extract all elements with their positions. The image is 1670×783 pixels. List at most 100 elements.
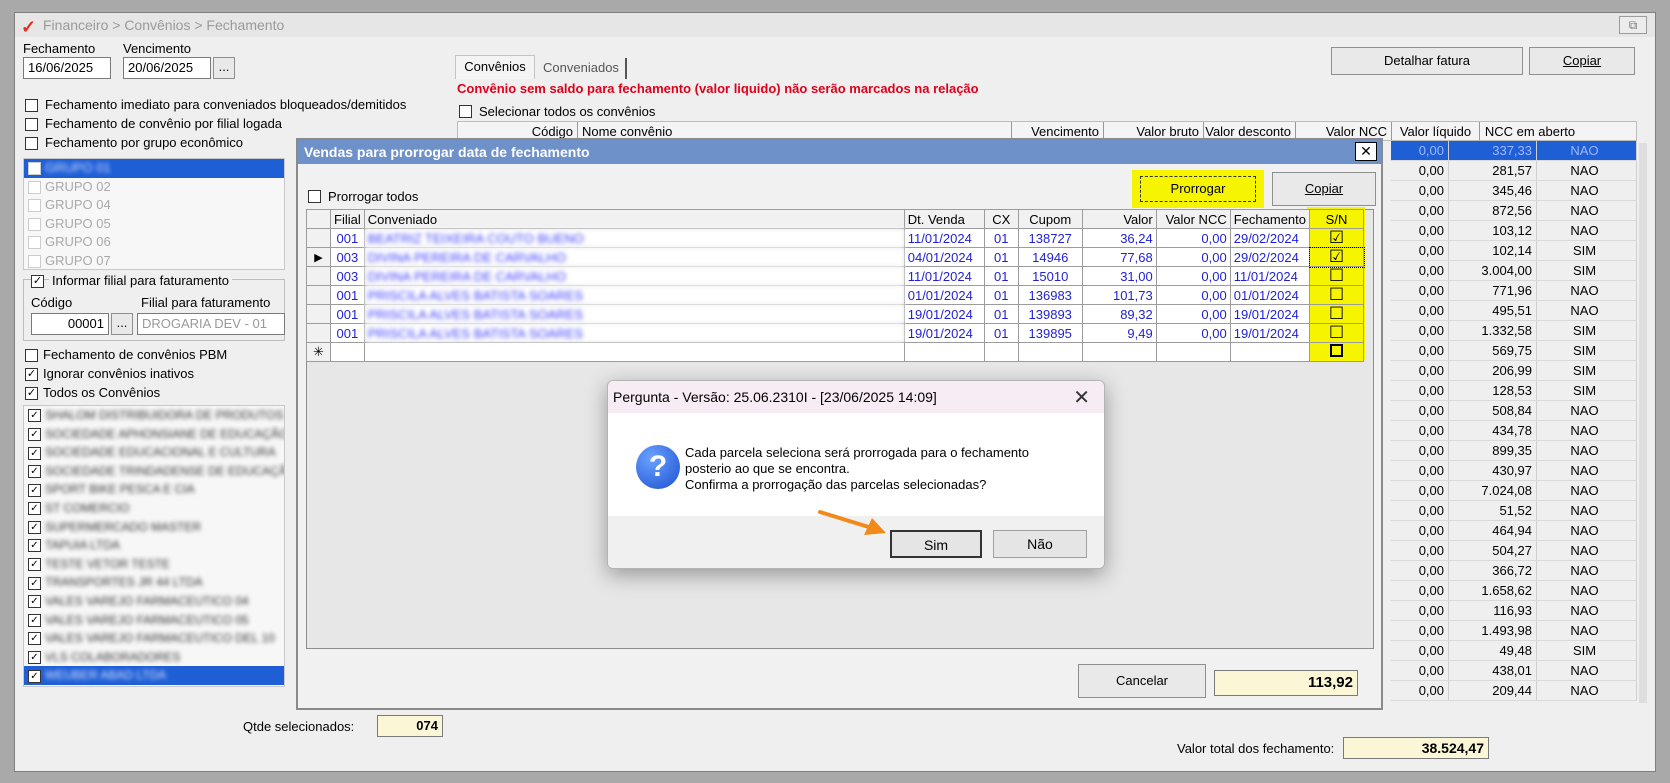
- codigo-lookup-button[interactable]: ...: [111, 313, 133, 335]
- table-row[interactable]: 0,00 128,53 SIM: [1391, 381, 1637, 401]
- restore-icon[interactable]: ⧉: [1619, 16, 1647, 34]
- convenio-item-checkbox[interactable]: ✓: [28, 483, 41, 497]
- group-item[interactable]: GRUPO 05: [24, 215, 284, 234]
- codigo-field[interactable]: 00001: [31, 313, 109, 335]
- filial-fat-field[interactable]: DROGARIA DEV - 01: [137, 313, 285, 335]
- vencimento-field[interactable]: 20/06/2025: [123, 57, 211, 79]
- filial-checkbox[interactable]: ✓: [31, 275, 44, 288]
- opt2-checkbox[interactable]: [25, 118, 38, 131]
- convenio-item-checkbox[interactable]: ✓: [28, 409, 41, 423]
- convenio-item-checkbox[interactable]: ✓: [28, 632, 41, 646]
- group-item[interactable]: GRUPO 06: [24, 233, 284, 252]
- convenio-item-checkbox[interactable]: ✓: [28, 669, 41, 683]
- opt3-checkbox[interactable]: [25, 137, 38, 150]
- sn-checkbox[interactable]: ☐: [1309, 304, 1364, 324]
- convenio-item-checkbox[interactable]: ✓: [28, 465, 41, 479]
- convenio-item-checkbox[interactable]: ✓: [28, 502, 41, 516]
- convenio-item[interactable]: ✓ TESTE VETOR TESTE: [24, 555, 284, 574]
- convenio-item[interactable]: ✓ VALES VAREJO FARMACEUTICO 05: [24, 611, 284, 630]
- sn-checkbox[interactable]: [1330, 344, 1343, 357]
- table-row[interactable]: 0,00 899,35 NAO: [1391, 441, 1637, 461]
- tab-conveniados[interactable]: Conveniados: [537, 58, 627, 79]
- todos-checkbox[interactable]: ✓: [25, 387, 38, 400]
- convenio-item-checkbox[interactable]: ✓: [28, 651, 41, 665]
- table-row[interactable]: 0,00 49,48 SIM: [1391, 641, 1637, 661]
- table-row[interactable]: 0,00 1.658,62 NAO: [1391, 581, 1637, 601]
- table-row[interactable]: 0,00 434,78 NAO: [1391, 421, 1637, 441]
- table-row[interactable]: 0,00 771,96 NAO: [1391, 281, 1637, 301]
- group-item[interactable]: GRUPO 02: [24, 178, 284, 197]
- table-row[interactable]: 0,00 430,97 NAO: [1391, 461, 1637, 481]
- convenio-item[interactable]: ✓ SOCIEDADE APHONSIANE DE EDUCAÇÃO: [24, 425, 284, 444]
- prorrogar-todos-checkbox[interactable]: [308, 190, 321, 203]
- copiar-vendas-button[interactable]: Copiar: [1272, 172, 1376, 206]
- table-row[interactable]: 0,00 209,44 NAO: [1391, 681, 1637, 701]
- selecionar-todos-checkbox[interactable]: [459, 105, 472, 118]
- table-row[interactable]: 0,00 51,52 NAO: [1391, 501, 1637, 521]
- group-item-checkbox[interactable]: [28, 199, 41, 213]
- table-row[interactable]: 0,00 102,14 SIM: [1391, 241, 1637, 261]
- vendas-row[interactable]: 001 PRISCILA ALVES BATISTA SOARES 01/01/20…: [306, 285, 1364, 305]
- table-row[interactable]: 0,00 569,75 SIM: [1391, 341, 1637, 361]
- cancelar-button[interactable]: Cancelar: [1078, 664, 1206, 698]
- pergunta-close-icon[interactable]: ✕: [1073, 385, 1090, 410]
- sim-button[interactable]: Sim: [890, 530, 982, 558]
- vendas-row[interactable]: 003 DIVINA PEREIRA DE CARVALHO 11/01/2024 0…: [306, 266, 1364, 286]
- table-row[interactable]: 0,00 281,57 NAO: [1391, 161, 1637, 181]
- table-row[interactable]: 0,00 504,27 NAO: [1391, 541, 1637, 561]
- vendas-close-icon[interactable]: ✕: [1355, 142, 1377, 161]
- convenio-item[interactable]: ✓ VALES VAREJO FARMACEUTICO DEL 10: [24, 629, 284, 648]
- table-row[interactable]: 0,00 1.493,98 NAO: [1391, 621, 1637, 641]
- group-item[interactable]: GRUPO 07: [24, 252, 284, 271]
- convenio-item[interactable]: ✓ SOCIEDADE TRINDADENSE DE EDUCAÇÃO: [24, 462, 284, 481]
- sn-checkbox[interactable]: ☐: [1309, 266, 1364, 286]
- convenio-item[interactable]: ✓ VALES VAREJO FARMACEUTICO 04: [24, 592, 284, 611]
- table-row[interactable]: 0,00 3.004,00 SIM: [1391, 261, 1637, 281]
- convenios-scrollbar[interactable]: [1639, 143, 1647, 703]
- sn-checkbox[interactable]: ☐: [1309, 285, 1364, 305]
- vendas-row[interactable]: 001 PRISCILA ALVES BATISTA SOARES 19/01/20…: [306, 304, 1364, 324]
- convenio-item[interactable]: ✓ SHALOM DISTRIBUIDORA DE PRODUTOS: [24, 406, 284, 425]
- convenio-item[interactable]: ✓ SUPERMERCADO MASTER: [24, 518, 284, 537]
- convenio-item[interactable]: ✓ SOCIEDADE EDUCACIONAL E CULTURA: [24, 443, 284, 462]
- sn-checkbox[interactable]: ☑: [1309, 228, 1364, 248]
- convenio-item-checkbox[interactable]: ✓: [28, 595, 41, 609]
- sn-checkbox[interactable]: ☐: [1309, 323, 1364, 343]
- group-item[interactable]: GRUPO 01: [24, 159, 284, 178]
- pbm-checkbox[interactable]: [25, 349, 38, 362]
- vendas-row[interactable]: 001 BEATRIZ TEIXEIRA COUTO BUENO 11/01/202…: [306, 228, 1364, 248]
- table-row[interactable]: 0,00 345,46 NAO: [1391, 181, 1637, 201]
- tab-convenios[interactable]: Convênios: [455, 55, 535, 79]
- group-item-checkbox[interactable]: [28, 254, 41, 268]
- table-row[interactable]: 0,00 495,51 NAO: [1391, 301, 1637, 321]
- convenio-item-checkbox[interactable]: ✓: [28, 576, 41, 590]
- convenio-item[interactable]: ✓ TAPUIA LTDA: [24, 536, 284, 555]
- convenio-item-checkbox[interactable]: ✓: [28, 539, 41, 553]
- vendas-row[interactable]: 001 PRISCILA ALVES BATISTA SOARES 19/01/20…: [306, 323, 1364, 343]
- table-row[interactable]: 0,00 103,12 NAO: [1391, 221, 1637, 241]
- copiar-main-button[interactable]: Copiar: [1529, 47, 1635, 75]
- vendas-row[interactable]: ▶ 003 DIVINA PEREIRA DE CARVALHO 04/01/2024…: [306, 246, 1365, 268]
- new-row[interactable]: ✳: [306, 342, 1364, 362]
- convenio-item[interactable]: ✓ VLS COLABORADORES: [24, 648, 284, 667]
- vencimento-picker-button[interactable]: ...: [213, 57, 235, 79]
- fechamento-field[interactable]: 16/06/2025: [23, 57, 111, 79]
- convenio-item-checkbox[interactable]: ✓: [28, 558, 41, 572]
- table-row[interactable]: 0,00 116,93 NAO: [1391, 601, 1637, 621]
- table-row[interactable]: 0,00 872,56 NAO: [1391, 201, 1637, 221]
- table-row[interactable]: 0,00 464,94 NAO: [1391, 521, 1637, 541]
- opt1-checkbox[interactable]: [25, 99, 38, 112]
- convenio-item-checkbox[interactable]: ✓: [28, 446, 41, 460]
- prorrogar-button[interactable]: Prorrogar: [1140, 176, 1256, 202]
- table-row[interactable]: 0,00 366,72 NAO: [1391, 561, 1637, 581]
- group-item-checkbox[interactable]: [28, 236, 41, 250]
- sn-checkbox[interactable]: ☑: [1308, 246, 1365, 268]
- detalhar-fatura-button[interactable]: Detalhar fatura: [1331, 47, 1523, 75]
- convenio-item[interactable]: ✓ TRANSPORTES JR 44 LTDA: [24, 573, 284, 592]
- convenio-item-checkbox[interactable]: ✓: [28, 427, 41, 441]
- group-item[interactable]: GRUPO 04: [24, 196, 284, 215]
- ignorar-checkbox[interactable]: ✓: [25, 368, 38, 381]
- table-row[interactable]: 0,00 7.024,08 NAO: [1391, 481, 1637, 501]
- table-row[interactable]: 0,00 206,99 SIM: [1391, 361, 1637, 381]
- group-item-checkbox[interactable]: [28, 162, 41, 176]
